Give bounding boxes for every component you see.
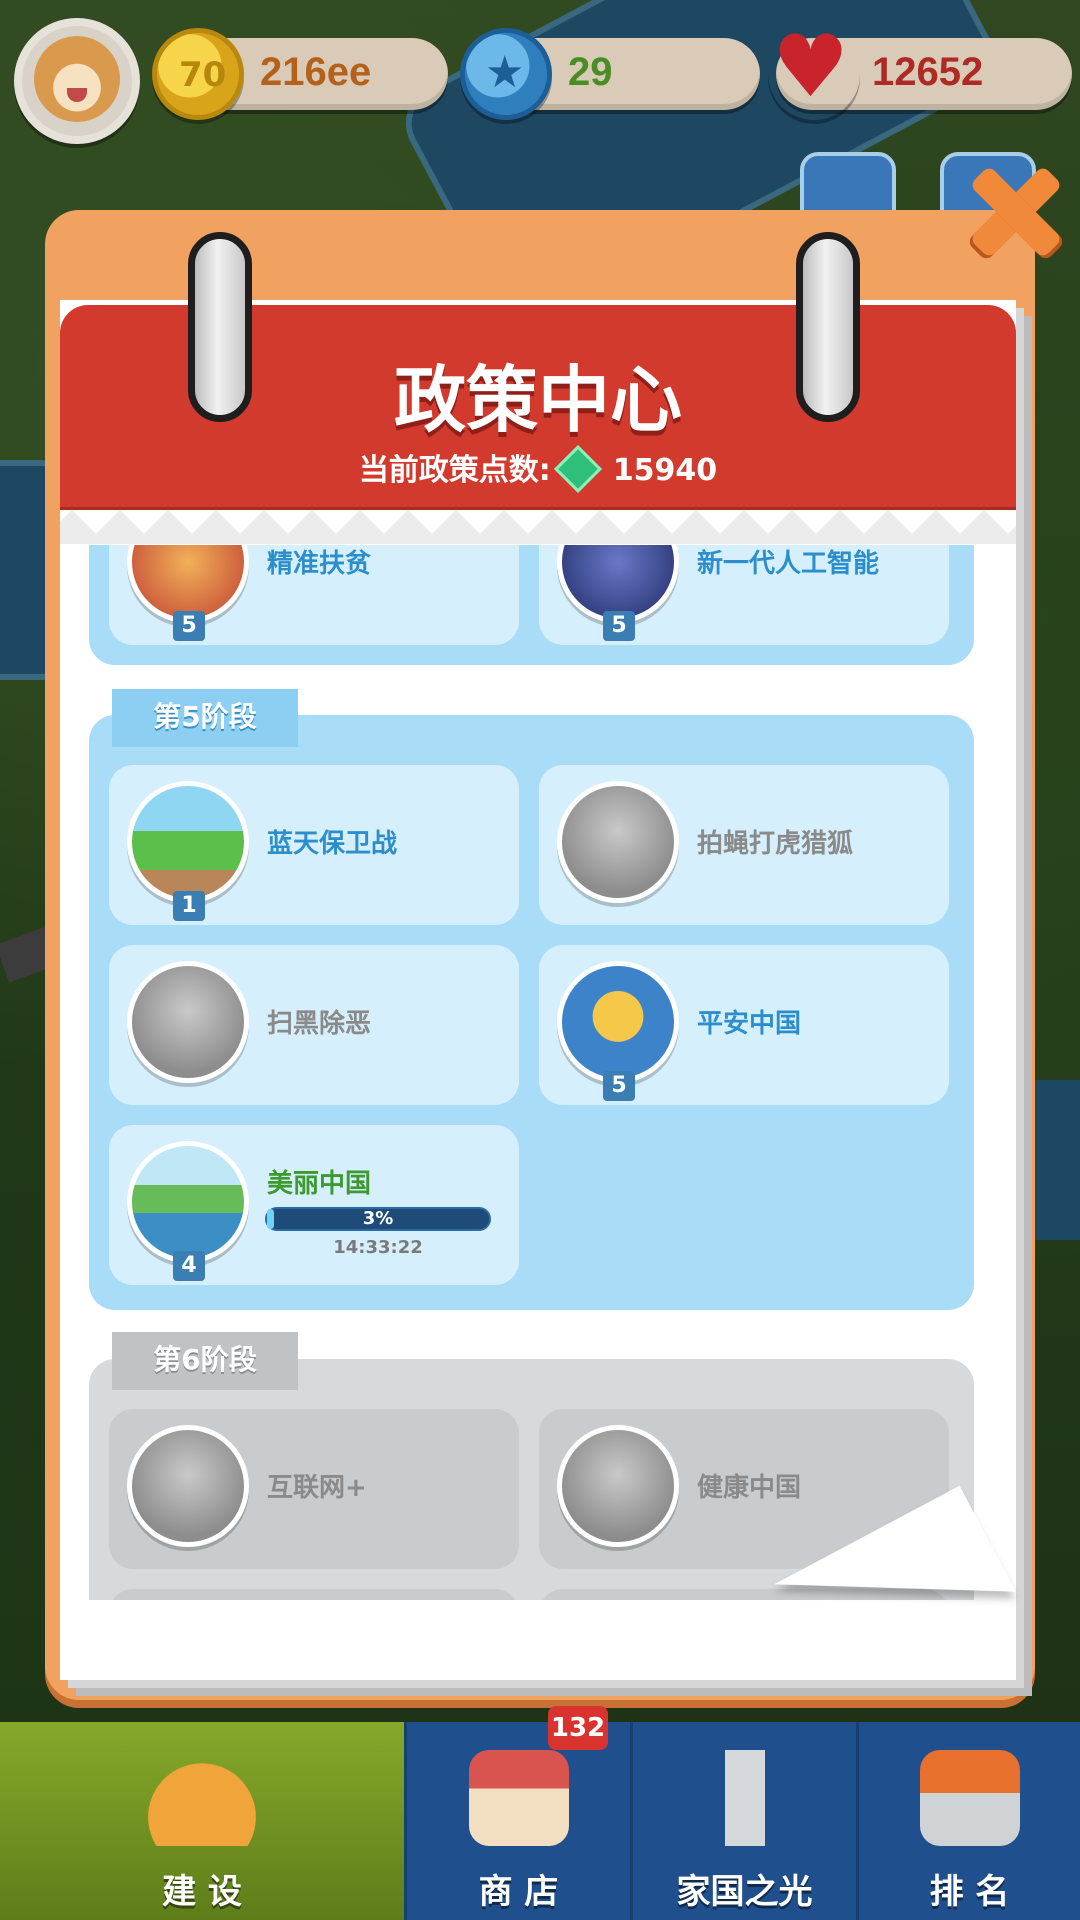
policy-name: 美丽中国 (267, 1169, 372, 1199)
coin-glyph: 70 (179, 55, 227, 95)
nav-shop[interactable]: 商 店 (404, 1722, 630, 1920)
policy-name: 互联网+ (267, 1473, 367, 1503)
nav-ranking[interactable]: 排 名 (856, 1722, 1080, 1920)
shop-icon (468, 1750, 569, 1846)
policy-name: 新一代人工智能 (697, 549, 880, 579)
progress-bar: 3% (265, 1207, 491, 1231)
nav-label: 建 设 (162, 1872, 242, 1912)
policy-list[interactable]: 5 精准扶贫 5 新一代人工智能 1 蓝天保卫战 拍蝇打虎猎狐 扫黑除恶 5 平… (64, 545, 1006, 1600)
lake-landscape-icon (127, 1141, 249, 1263)
stage-label-6: 第6阶段 (112, 1332, 298, 1390)
gem-icon (553, 444, 602, 494)
close-icon[interactable] (966, 166, 1058, 258)
bottom-nav: 建 设 商 店 家国之光 排 名 (0, 1722, 1080, 1920)
dog-avatar-image (34, 36, 120, 122)
podium-icon (919, 1750, 1020, 1846)
points-value: 15940 (612, 453, 718, 488)
policy-level: 5 (603, 611, 635, 641)
policy-card[interactable]: 5 精准扶贫 (109, 545, 519, 645)
heart-value: 12652 (872, 50, 984, 94)
policy-level: 5 (173, 611, 205, 641)
shop-badge: 132 (548, 1706, 608, 1750)
points-label: 当前政策点数: (358, 453, 551, 488)
policy-name: 拍蝇打虎猎狐 (697, 829, 854, 859)
coin-value: 216ee (260, 50, 372, 94)
policy-name: 精准扶贫 (267, 549, 372, 579)
stage-label-5: 第5阶段 (112, 689, 298, 747)
policy-card[interactable]: 5 新一代人工智能 (539, 545, 949, 645)
policy-name: 蓝天保卫战 (267, 829, 398, 859)
stage-panel-4: 5 精准扶贫 5 新一代人工智能 (89, 545, 974, 665)
policy-card[interactable] (109, 1589, 519, 1600)
binder-ring-right (796, 232, 860, 422)
policy-level: 4 (173, 1251, 205, 1281)
nav-label: 商 店 (478, 1872, 559, 1912)
policy-name: 健康中国 (697, 1473, 802, 1503)
countdown-timer: 14:33:22 (333, 1237, 423, 1258)
heart-icon: ♥ (768, 24, 860, 120)
binder-ring-left (188, 232, 252, 422)
star-icon: ★ (460, 28, 552, 120)
padlock-icon (557, 961, 679, 1083)
forest-icon (127, 781, 249, 903)
policy-name: 扫黑除恶 (267, 1009, 372, 1039)
policy-points: 当前政策点数: 15940 (60, 444, 1016, 494)
coin-counter[interactable]: 70 216ee (152, 28, 448, 120)
torn-paper-edge (60, 510, 1016, 544)
progress-percent: 3% (362, 1208, 394, 1229)
policy-card-beautiful-china[interactable]: 4 美丽中国 3% 14:33:22 (109, 1125, 519, 1285)
policy-level: 5 (603, 1071, 635, 1101)
player-avatar[interactable] (14, 18, 140, 144)
policy-card-anti-crime[interactable]: 扫黑除恶 (109, 945, 519, 1105)
doctor-icon (557, 1425, 679, 1547)
policy-card-internet-plus[interactable]: 互联网+ (109, 1409, 519, 1569)
tiger-fox-icon (557, 781, 679, 903)
nav-homeland[interactable]: 家国之光 (630, 1722, 856, 1920)
star-counter[interactable]: ★ 29 (460, 28, 760, 120)
policy-name: 平安中国 (697, 1009, 802, 1039)
policy-level: 1 (173, 891, 205, 921)
policy-card-safe-china[interactable]: 5 平安中国 (539, 945, 949, 1105)
policy-card-anti-corruption[interactable]: 拍蝇打虎猎狐 (539, 765, 949, 925)
policy-card-blue-sky[interactable]: 1 蓝天保卫战 (109, 765, 519, 925)
police-icon (127, 961, 249, 1083)
rocket-icon (694, 1750, 795, 1846)
stage-panel-5: 1 蓝天保卫战 拍蝇打虎猎狐 扫黑除恶 5 平安中国 4 美丽中国 3% 14:… (89, 715, 974, 1310)
star-value: 29 (568, 50, 613, 94)
hard-hat-icon (132, 1750, 272, 1846)
nav-build[interactable]: 建 设 (0, 1722, 404, 1920)
city-map-icon (127, 1425, 249, 1547)
nav-label: 家国之光 (676, 1872, 813, 1912)
heart-counter[interactable]: ♥ 12652 (772, 24, 1072, 110)
coin-icon: 70 (152, 28, 244, 120)
nav-label: 排 名 (929, 1872, 1010, 1912)
